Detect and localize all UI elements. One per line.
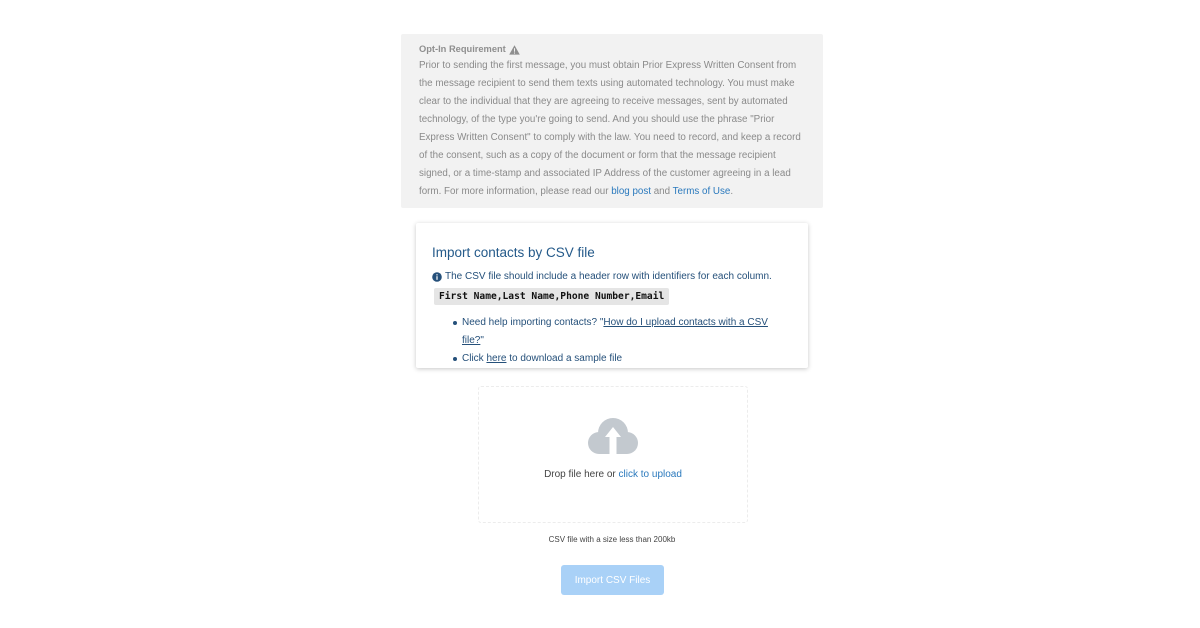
help-suffix-text: " xyxy=(480,335,484,346)
import-csv-card: Import contacts by CSV file The CSV file… xyxy=(416,223,808,368)
opt-in-title-text: Opt-In Requirement xyxy=(419,44,506,54)
help-list-item: Need help importing contacts? "How do I … xyxy=(453,314,792,350)
sample-prefix-text: Click xyxy=(462,353,484,364)
sample-file-link[interactable]: here xyxy=(486,353,506,364)
drop-text: Drop file here or click to upload xyxy=(479,469,747,480)
opt-in-and-text: and xyxy=(653,186,671,197)
sample-suffix-text: to download a sample file xyxy=(509,353,623,364)
file-size-note: CSV file with a size less than 200kb xyxy=(548,535,676,544)
import-card-title: Import contacts by CSV file xyxy=(432,245,595,260)
cloud-upload-icon xyxy=(588,418,638,454)
file-dropzone[interactable]: Drop file here or click to upload xyxy=(478,386,748,523)
warning-icon xyxy=(508,44,520,55)
opt-in-body-text: Prior to sending the first message, you … xyxy=(419,60,801,197)
blog-post-link[interactable]: blog post xyxy=(611,186,651,197)
help-prefix-text: Need help importing contacts? " xyxy=(462,317,604,328)
terms-of-use-link[interactable]: Terms of Use xyxy=(673,186,731,197)
opt-in-title: Opt-In Requirement xyxy=(419,43,805,56)
info-circle-icon xyxy=(432,271,442,282)
click-to-upload-link[interactable]: click to upload xyxy=(619,469,682,480)
csv-header-info-text: The CSV file should include a header row… xyxy=(445,271,772,282)
help-list: Need help importing contacts? "How do I … xyxy=(432,314,792,368)
csv-header-example: First Name,Last Name,Phone Number,Email xyxy=(434,288,670,305)
csv-header-info: The CSV file should include a header row… xyxy=(432,270,792,283)
opt-in-body: Prior to sending the first message, you … xyxy=(419,57,805,201)
opt-in-end-text: . xyxy=(730,186,734,197)
sample-list-item: Click here to download a sample file xyxy=(453,350,792,368)
import-csv-button[interactable]: Import CSV Files xyxy=(561,565,664,595)
drop-text-label: Drop file here or xyxy=(544,469,616,480)
opt-in-notice: Opt-In Requirement Prior to sending the … xyxy=(401,34,823,208)
